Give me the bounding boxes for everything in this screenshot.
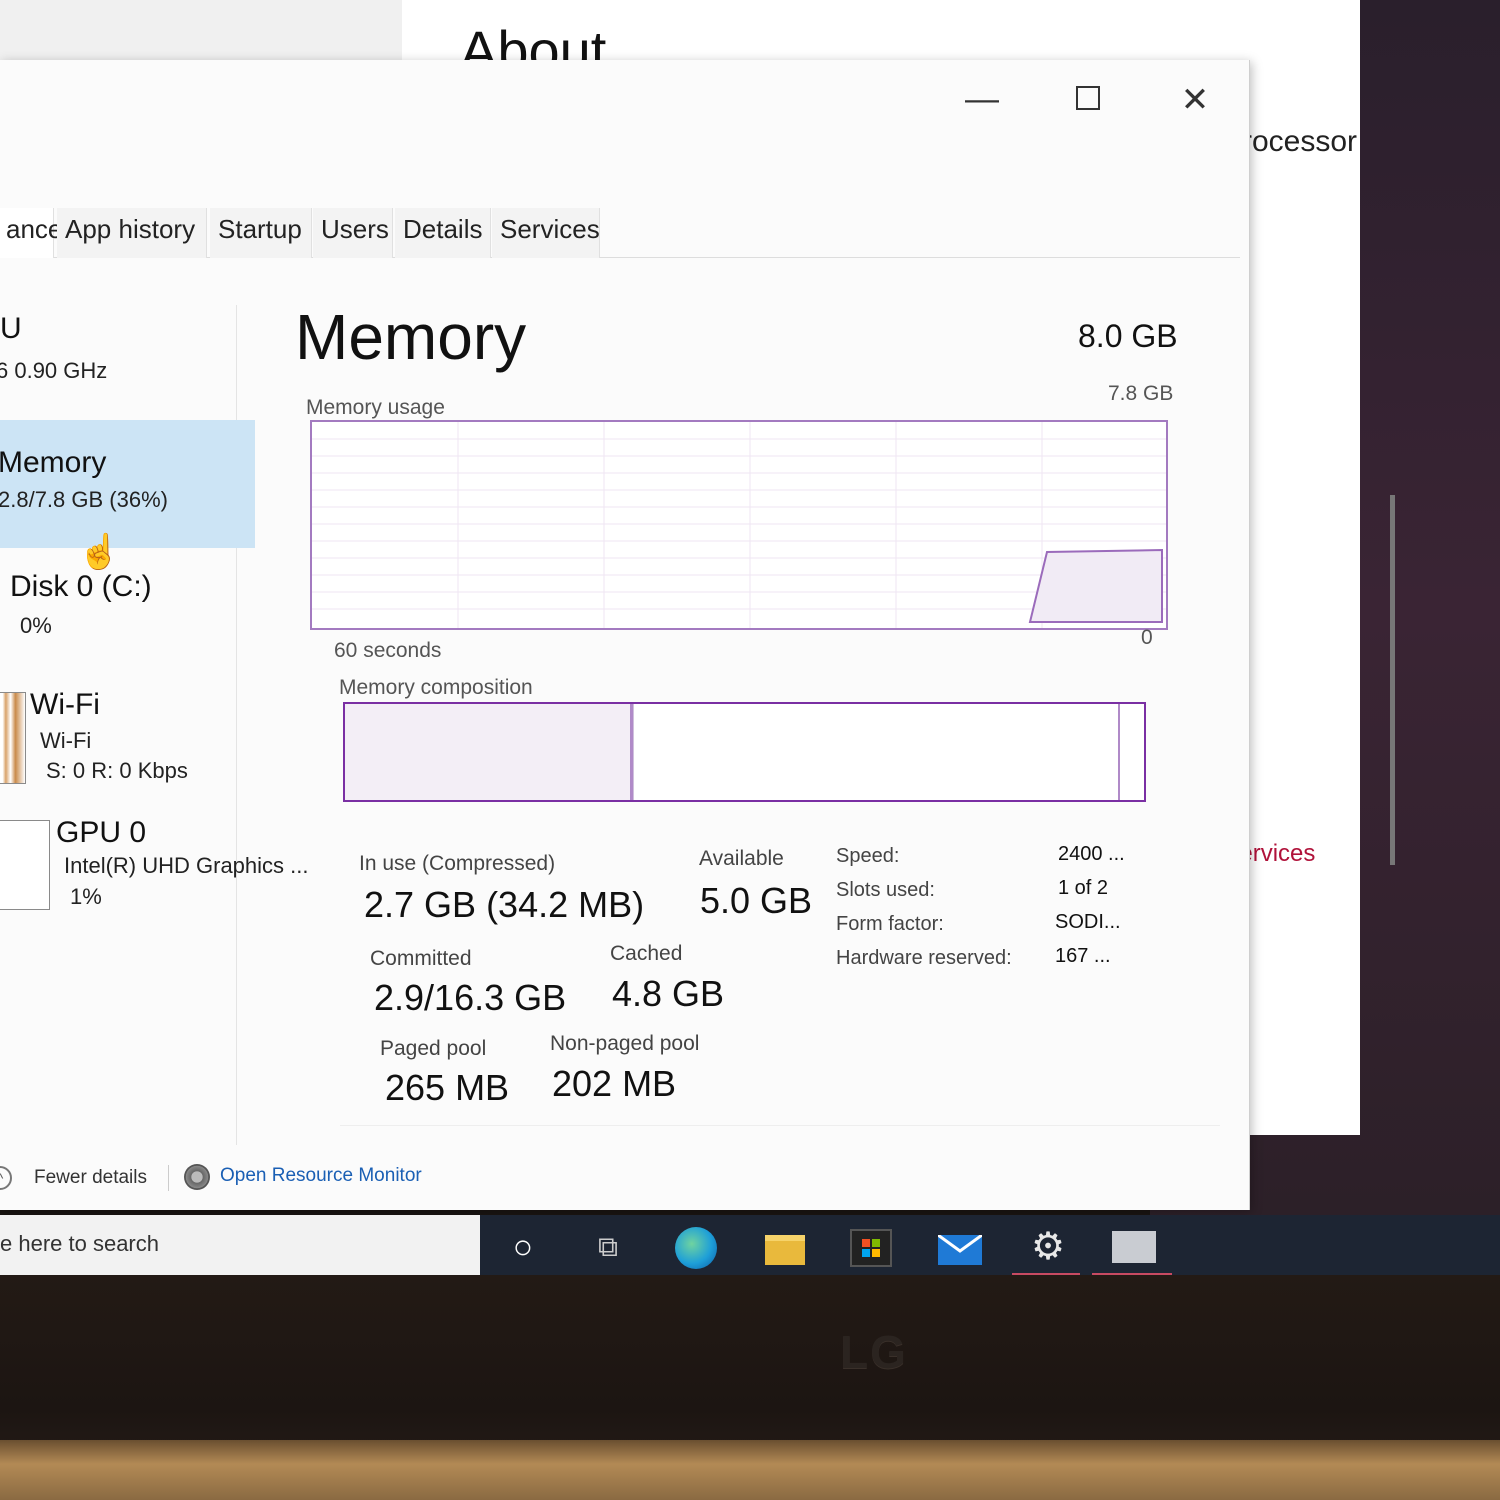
footer-separator <box>168 1165 169 1191</box>
graph-min-label: 0 <box>1141 626 1153 649</box>
tab-details[interactable]: Details <box>395 208 491 258</box>
memory-usage-graph <box>310 420 1168 630</box>
gpu-detail-usage: 1% <box>70 884 102 909</box>
mail-icon[interactable] <box>937 1233 983 1265</box>
sidebar-item-wifi[interactable]: Wi-Fi <box>30 688 100 722</box>
task-manager-icon[interactable] <box>1112 1231 1156 1263</box>
cached-label: Cached <box>610 942 683 965</box>
available-label: Available <box>699 847 784 870</box>
sidebar-item-gpu[interactable]: GPU 0 <box>56 816 146 850</box>
panel-divider <box>340 1125 1220 1126</box>
tab-users[interactable]: Users <box>313 208 393 258</box>
minimize-button[interactable]: — <box>962 80 1002 119</box>
envelope-icon <box>937 1233 983 1253</box>
non-paged-pool-value: 202 MB <box>552 1063 677 1104</box>
taskbar: e here to search ○ ⧉ ⚙ <box>0 1215 1500 1277</box>
task-view-icon[interactable]: ⧉ <box>588 1227 628 1267</box>
memory-usage-area <box>1028 548 1163 623</box>
settings-icon[interactable]: ⚙ <box>1028 1227 1068 1267</box>
speed-label: Speed: <box>836 845 900 867</box>
memory-total: 8.0 GB <box>1078 318 1178 354</box>
open-resource-monitor-link[interactable]: Open Resource Monitor <box>220 1165 422 1187</box>
wifi-detail-speed: S: 0 R: 0 Kbps <box>46 758 188 783</box>
edge-icon[interactable] <box>675 1227 717 1269</box>
available-value: 5.0 GB <box>700 880 813 921</box>
fewer-details-button[interactable]: Fewer details <box>34 1167 147 1189</box>
speed-value: 2400 ... <box>1058 843 1125 865</box>
brand-logo: LG <box>840 1326 908 1378</box>
committed-label: Committed <box>370 947 472 970</box>
gpu-thumbnail <box>0 820 50 910</box>
laptop-hinge <box>0 1440 1500 1500</box>
memory-usage-max: 7.8 GB <box>1108 382 1174 405</box>
hardware-reserved-label: Hardware reserved: <box>836 947 1012 969</box>
maximize-button[interactable] <box>1068 80 1108 119</box>
cpu-detail: 6 0.90 GHz <box>0 358 108 383</box>
memory-composition-label: Memory composition <box>339 676 533 699</box>
tab-startup[interactable]: Startup <box>210 208 312 258</box>
hand-cursor-icon: ☝ <box>78 533 121 571</box>
cpu-title[interactable]: U <box>0 312 22 346</box>
tab-services[interactable]: Services <box>492 208 600 258</box>
tab-app-history[interactable]: App history <box>57 208 207 258</box>
cortana-icon[interactable]: ○ <box>503 1227 543 1267</box>
file-explorer-icon[interactable] <box>765 1235 805 1265</box>
memory-usage-label: Memory usage <box>306 396 445 419</box>
in-use-value: 2.7 GB (34.2 MB) <box>364 884 645 925</box>
store-icon[interactable] <box>850 1229 892 1267</box>
cached-value: 4.8 GB <box>612 973 725 1014</box>
paged-pool-value: 265 MB <box>385 1067 510 1108</box>
memory-title: Memory <box>0 446 107 479</box>
sidebar-item-disk[interactable]: Disk 0 (C:) <box>10 570 152 604</box>
wifi-thumbnail <box>0 692 26 784</box>
slots-value: 1 of 2 <box>1058 877 1109 899</box>
tab-bar: ance App history Startup Users Details S… <box>0 208 1240 258</box>
form-factor-label: Form factor: <box>836 913 944 935</box>
settings-processor-label: rocessor <box>1242 125 1358 158</box>
form-factor-value: SODI... <box>1055 911 1121 933</box>
graph-time-label: 60 seconds <box>334 639 442 662</box>
memory-usage-chart <box>312 422 1166 628</box>
page-title: Memory <box>295 301 527 373</box>
settings-scrollbar[interactable] <box>1390 495 1395 865</box>
memory-composition-bar <box>343 702 1146 802</box>
in-use-label: In use (Compressed) <box>359 852 556 875</box>
hardware-reserved-value: 167 ... <box>1055 945 1111 967</box>
sidebar-item-memory[interactable] <box>0 420 255 548</box>
disk-detail: 0% <box>20 613 52 638</box>
committed-value: 2.9/16.3 GB <box>374 977 567 1018</box>
maximize-icon <box>1076 86 1100 110</box>
store-logo-icon <box>862 1239 880 1257</box>
taskbar-search-box[interactable]: e here to search <box>0 1215 480 1277</box>
wifi-detail-name: Wi-Fi <box>40 728 92 753</box>
gpu-detail-name: Intel(R) UHD Graphics ... <box>64 853 309 878</box>
close-button[interactable]: ✕ <box>1175 80 1215 120</box>
non-paged-pool-label: Non-paged pool <box>550 1032 700 1055</box>
resource-monitor-icon[interactable] <box>184 1164 210 1190</box>
composition-standby-segment[interactable] <box>633 704 1120 800</box>
tab-performance[interactable]: ance <box>0 208 62 258</box>
slots-label: Slots used: <box>836 879 935 901</box>
memory-detail: 2.8/7.8 GB (36%) <box>0 487 168 512</box>
composition-in-use-segment[interactable] <box>345 704 633 800</box>
paged-pool-label: Paged pool <box>380 1037 487 1060</box>
